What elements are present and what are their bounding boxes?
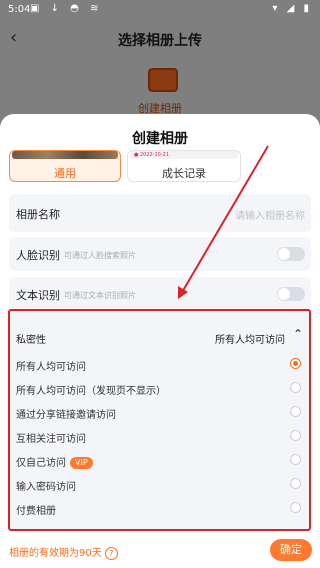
radio[interactable] xyxy=(290,406,301,417)
template-thumbnail xyxy=(12,151,118,159)
face-recognition-hint: 可通过人脸搜索照片 xyxy=(64,251,136,260)
privacy-option-label: 仅自己访问 xyxy=(16,458,66,469)
toggle-knob xyxy=(278,288,290,300)
text-recognition-label: 文本识别 xyxy=(16,289,60,302)
radio[interactable] xyxy=(290,502,301,513)
chevron-up-icon[interactable]: ⌃ xyxy=(293,327,303,341)
page-title: 选择相册上传 xyxy=(118,33,202,49)
text-recognition-toggle[interactable] xyxy=(277,287,305,301)
template-label: 成长记录 xyxy=(162,167,206,180)
status-bar: 5:04 ▣ ↓ ◓ ≋ ▾ ◢ ▮ xyxy=(0,0,320,22)
radio[interactable] xyxy=(290,382,301,393)
radio[interactable] xyxy=(290,430,301,441)
template-date: ● 2022-10-21 xyxy=(134,152,170,158)
status-time: 5:04 xyxy=(8,4,31,15)
privacy-option-self[interactable]: 仅自己访问 VIP xyxy=(16,454,93,469)
privacy-option[interactable]: 所有人均可访问 xyxy=(16,358,86,373)
album-icon xyxy=(148,68,178,92)
album-name-label: 相册名称 xyxy=(16,208,60,221)
validity-label: 相册的有效期为90天 xyxy=(9,548,102,559)
privacy-value[interactable]: 所有人均可访问 xyxy=(215,331,285,346)
privacy-section: 私密性 所有人均可访问 ⌃ 所有人均可访问 所有人均可访问（发现页不显示） 通过… xyxy=(8,309,311,531)
vip-badge: VIP xyxy=(70,457,93,469)
album-name-input[interactable]: 请输入相册名称 xyxy=(235,207,305,222)
template-general[interactable]: 通用 xyxy=(9,150,121,182)
text-recognition-hint: 可通过文本识别照片 xyxy=(64,291,136,300)
privacy-label: 私密性 xyxy=(16,335,46,346)
radio[interactable] xyxy=(290,454,301,465)
text-recognition-row: 文本识别 可通过文本识别照片 xyxy=(9,277,311,311)
help-icon[interactable]: ? xyxy=(104,546,118,560)
privacy-option[interactable]: 输入密码访问 xyxy=(16,478,76,493)
validity-text: 相册的有效期为90天? xyxy=(9,544,118,560)
template-label: 通用 xyxy=(54,167,76,180)
privacy-option[interactable]: 通过分享链接邀请访问 xyxy=(16,406,116,421)
confirm-button[interactable]: 确定 xyxy=(270,539,312,561)
template-growth-record[interactable]: ● 2022-10-21 成长记录 xyxy=(127,150,241,182)
notification-icons: ▣ ↓ ◓ ≋ xyxy=(30,3,103,14)
face-recognition-label: 人脸识别 xyxy=(16,249,60,262)
privacy-option[interactable]: 互相关注可访问 xyxy=(16,430,86,445)
radio-selected[interactable] xyxy=(290,358,301,369)
privacy-option[interactable]: 所有人均可访问（发现页不显示） xyxy=(16,382,166,397)
header: ‹ 选择相册上传 xyxy=(0,22,320,56)
sheet-title: 创建相册 xyxy=(132,131,188,147)
toggle-knob xyxy=(278,248,290,260)
system-icons: ▾ ◢ ▮ xyxy=(272,3,312,14)
create-album-sheet: 创建相册 通用 ● 2022-10-21 成长记录 相册名称 请输入相册名称 人… xyxy=(0,114,320,568)
face-recognition-toggle[interactable] xyxy=(277,247,305,261)
face-recognition-row: 人脸识别 可通过人脸搜索照片 xyxy=(9,237,311,271)
radio[interactable] xyxy=(290,478,301,489)
album-name-field[interactable]: 相册名称 请输入相册名称 xyxy=(9,194,311,232)
privacy-option[interactable]: 付费相册 xyxy=(16,502,56,517)
